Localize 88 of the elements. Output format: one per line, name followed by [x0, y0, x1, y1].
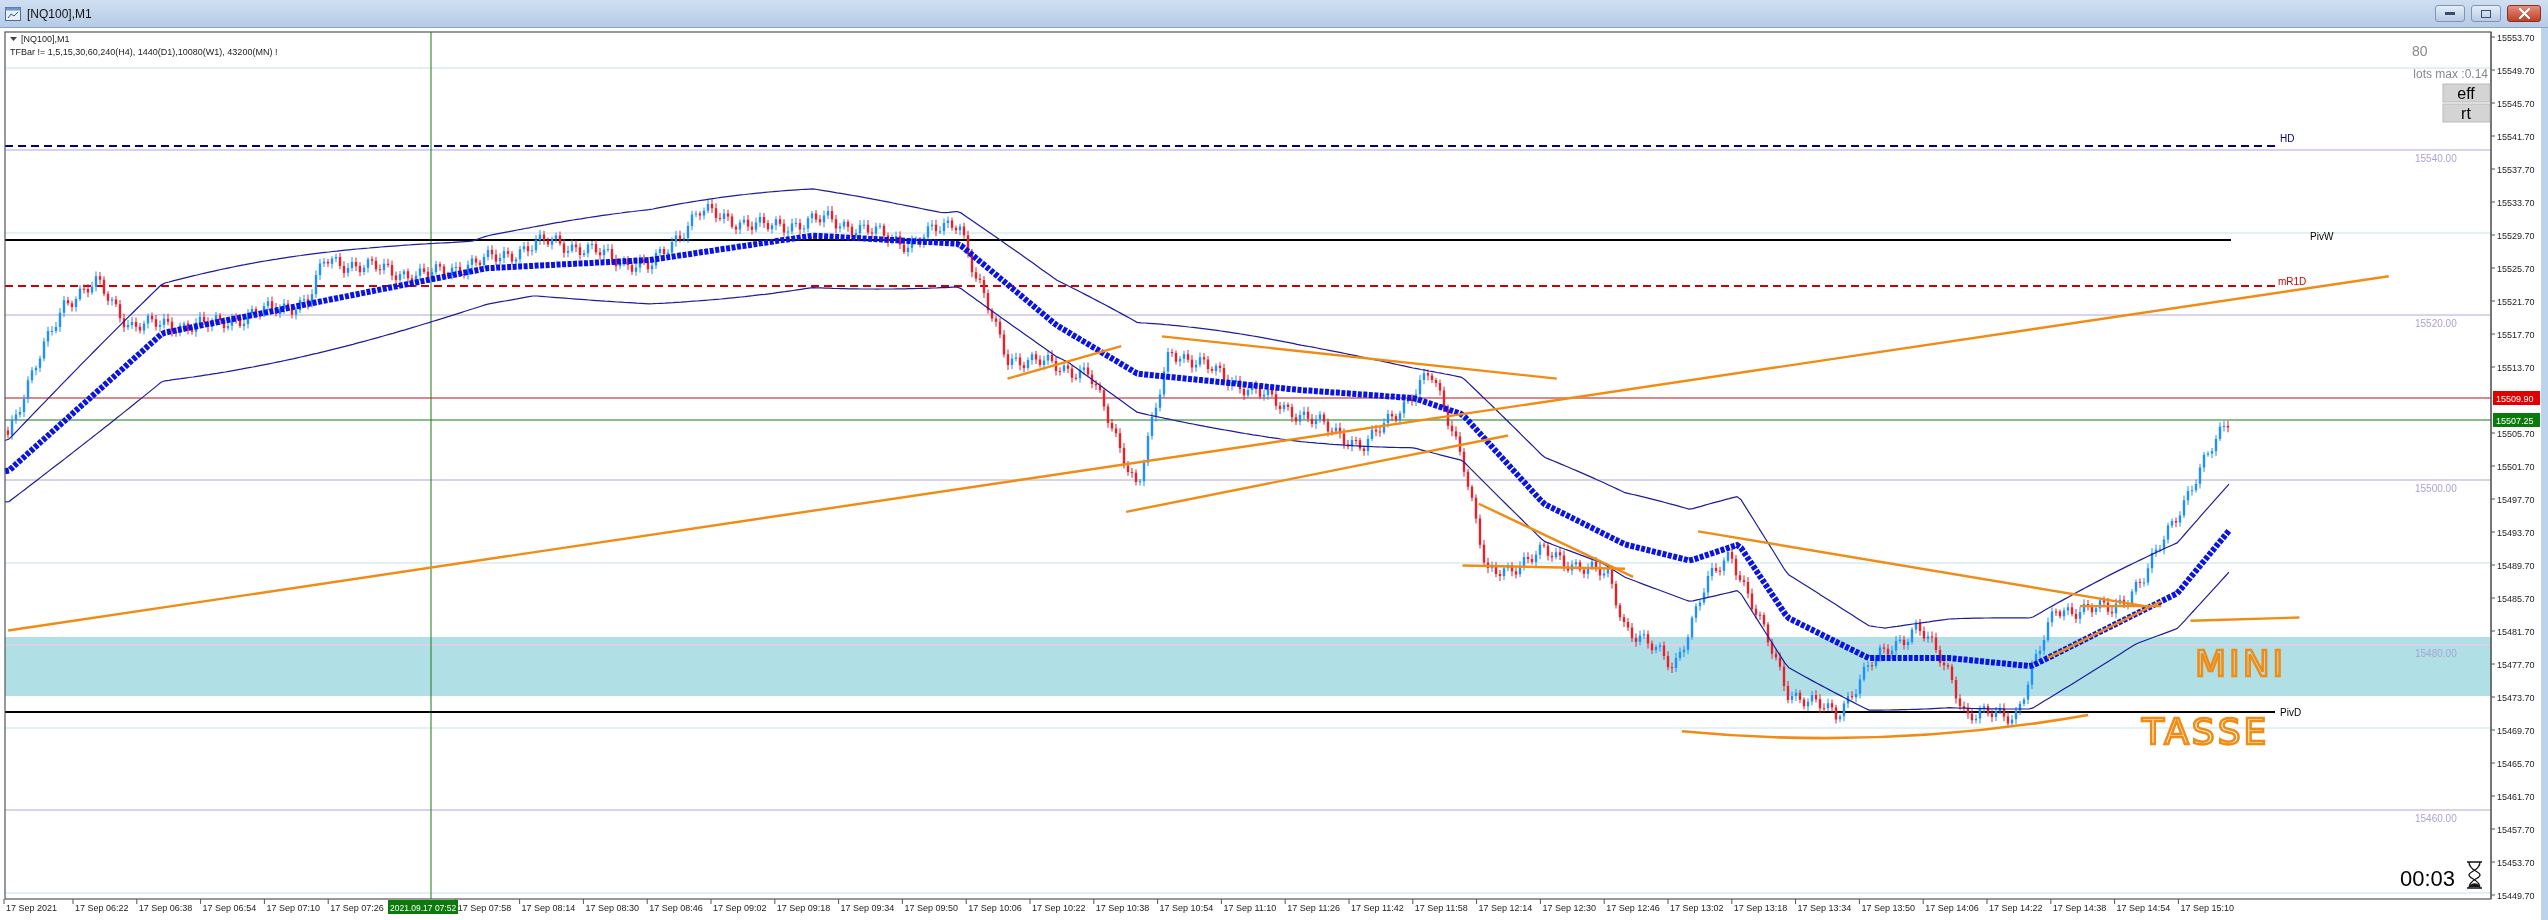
- panel-button[interactable]: rt: [2442, 103, 2491, 123]
- price-axis-label: 15481.70: [2497, 627, 2535, 637]
- time-axis-label: 17 Sep 06:54: [202, 903, 257, 913]
- time-axis-label: 17 Sep 11:26: [1287, 903, 1341, 913]
- price-axis-label: 15529.70: [2497, 231, 2535, 241]
- price-axis-label: 15465.70: [2497, 759, 2535, 769]
- time-axis-label: 17 Sep 09:02: [713, 903, 767, 913]
- time-axis-label: 17 Sep 07:26: [330, 903, 384, 913]
- crosshair-time-tag: 2021.09.17 07:52: [388, 900, 458, 914]
- symbol-label: [NQ100],M1: [21, 34, 70, 44]
- time-axis-label: 17 Sep 12:14: [1478, 903, 1533, 913]
- time-axis-label: 17 Sep 07:10: [266, 903, 320, 913]
- level-label: PivD: [2280, 707, 2302, 718]
- time-axis-label: 17 Sep 15:10: [2180, 903, 2234, 913]
- hourglass-icon: [2466, 861, 2483, 889]
- price-axis-label: 15545.70: [2497, 99, 2535, 109]
- panel-value: 80: [2412, 43, 2428, 59]
- time-axis-label: 17 Sep 08:30: [585, 903, 639, 913]
- time-axis-label: 17 Sep 14:06: [1925, 903, 1979, 913]
- minimize-button[interactable]: [2435, 5, 2465, 22]
- time-axis-label: 17 Sep 09:18: [776, 903, 831, 913]
- handwritten-note: TASSE: [2142, 711, 2270, 752]
- price-axis-label: 15497.70: [2497, 495, 2535, 505]
- grid-price-label: 15460.00: [2415, 813, 2457, 824]
- time-axis-label: 17 Sep 12:30: [1542, 903, 1596, 913]
- window-title: [NQ100],M1: [27, 6, 92, 21]
- time-axis-label: 17 Sep 10:54: [1159, 903, 1214, 913]
- time-axis-label: 17 Sep 06:22: [75, 903, 129, 913]
- time-axis-label: 17 Sep 10:06: [968, 903, 1022, 913]
- price-axis-label: 15549.70: [2497, 66, 2535, 76]
- last-price-tag: 15507.25: [2493, 413, 2540, 427]
- price-axis-label: 15453.70: [2497, 858, 2535, 868]
- price-axis-label: 15449.70: [2497, 891, 2535, 901]
- level-label: HD: [2280, 133, 2295, 144]
- time-axis-label: 17 Sep 11:42: [1351, 903, 1404, 913]
- time-axis-label: 17 Sep 09:34: [840, 903, 895, 913]
- grid-price-label: 15480.00: [2415, 648, 2457, 659]
- bid-price-tag: 15509.90: [2493, 391, 2540, 405]
- handwritten-note: MINI: [2195, 643, 2287, 684]
- price-axis-label: 15505.70: [2497, 429, 2535, 439]
- countdown-timer: 00:03: [2400, 866, 2456, 891]
- grid-price-label: 15500.00: [2415, 483, 2457, 494]
- time-axis-label: 17 Sep 14:54: [2116, 903, 2171, 913]
- time-axis-label: 17 Sep 13:18: [1733, 903, 1788, 913]
- level-label: mR1D: [2278, 276, 2307, 287]
- time-axis-label: 17 Sep 12:46: [1606, 903, 1660, 913]
- price-axis-label: 15525.70: [2497, 264, 2535, 274]
- price-axis-label: 15473.70: [2497, 693, 2535, 703]
- price-axis-label: 15541.70: [2497, 132, 2535, 142]
- time-axis-label: 17 Sep 13:02: [1670, 903, 1724, 913]
- panel-button[interactable]: eff: [2442, 83, 2491, 103]
- time-axis-label: 17 Sep 13:50: [1861, 903, 1915, 913]
- price-axis-label: 15533.70: [2497, 198, 2535, 208]
- time-axis-label: 17 Sep 08:14: [521, 903, 576, 913]
- chart-window-icon: [5, 6, 21, 21]
- price-axis-label: 15553.70: [2497, 33, 2535, 43]
- time-axis-label: 17 Sep 07:58: [457, 903, 512, 913]
- time-axis-label: 17 Sep 10:22: [1032, 903, 1086, 913]
- time-axis-label: 17 Sep 06:38: [138, 903, 193, 913]
- lots-label: lots max :0.14: [2413, 67, 2488, 81]
- time-axis-label: 17 Sep 08:46: [649, 903, 703, 913]
- indicator-text: TFBar != 1,5,15,30,60,240(H4), 1440(D1),10080(W1), 43200(MN) !: [10, 47, 278, 57]
- close-button[interactable]: [2507, 5, 2541, 22]
- restore-button[interactable]: [2471, 5, 2501, 22]
- time-axis-label: 17 Sep 10:38: [1095, 903, 1150, 913]
- grid-price-label: 15520.00: [2415, 318, 2457, 329]
- time-axis-label: 17 Sep 14:22: [1989, 903, 2043, 913]
- price-axis-label: 15513.70: [2497, 363, 2535, 373]
- time-axis-label: 17 Sep 2021: [6, 903, 58, 913]
- price-axis-label: 15537.70: [2497, 165, 2535, 175]
- time-axis-label: 17 Sep 14:38: [2052, 903, 2107, 913]
- price-axis-label: 15469.70: [2497, 726, 2535, 736]
- price-axis-label: 15489.70: [2497, 561, 2535, 571]
- grid-price-label: 15540.00: [2415, 153, 2457, 164]
- price-axis-label: 15477.70: [2497, 660, 2535, 670]
- time-axis-label: 17 Sep 09:50: [904, 903, 958, 913]
- price-axis-label: 15461.70: [2497, 792, 2535, 802]
- price-axis-label: 15493.70: [2497, 528, 2535, 538]
- price-axis-label: 15521.70: [2497, 297, 2535, 307]
- time-axis-label: 17 Sep 11:10: [1223, 903, 1277, 913]
- time-axis-label: 17 Sep 11:58: [1414, 903, 1468, 913]
- price-axis-label: 15517.70: [2497, 330, 2535, 340]
- collapse-triangle-icon[interactable]: [10, 37, 17, 41]
- price-axis-label: 15485.70: [2497, 594, 2535, 604]
- level-label: PivW: [2310, 231, 2334, 242]
- price-axis-label: 15457.70: [2497, 825, 2535, 835]
- price-axis-label: 15501.70: [2497, 462, 2535, 472]
- time-axis-label: 17 Sep 13:34: [1797, 903, 1852, 913]
